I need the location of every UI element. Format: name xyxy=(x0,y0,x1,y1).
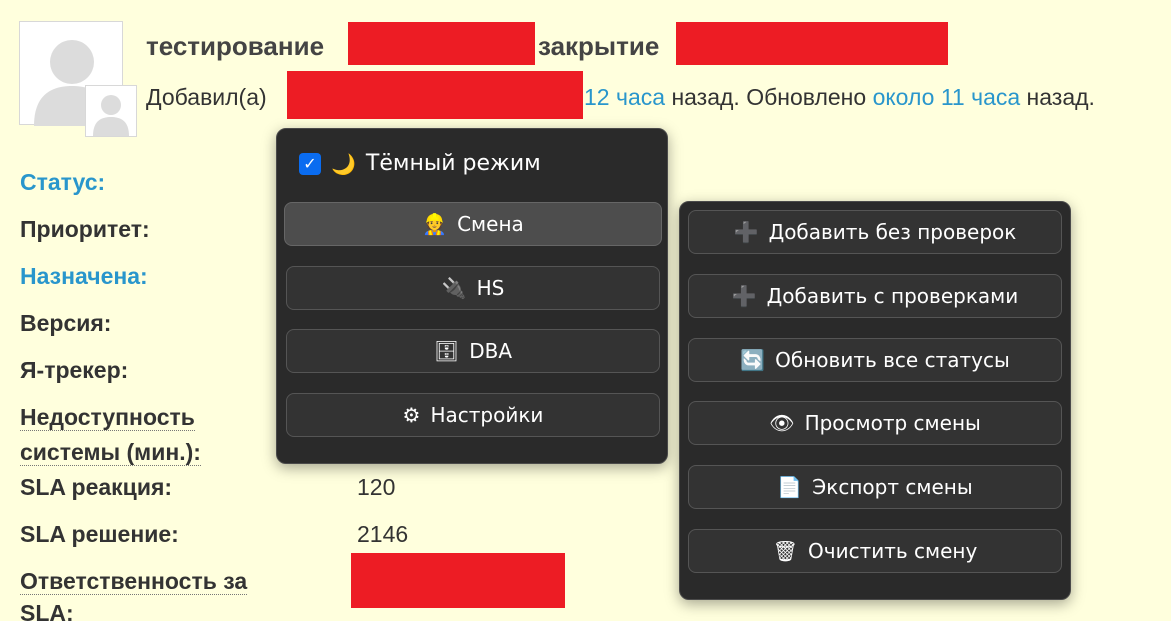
dark-mode-label: Тёмный режим xyxy=(365,151,541,176)
issue-title-prefix: тестирование xyxy=(146,31,325,61)
assignee-avatar xyxy=(85,85,137,137)
add-without-checks-button[interactable]: ➕ Добавить без проверок xyxy=(688,210,1062,254)
shift-submenu-popup: ➕ Добавить без проверок ➕ Добавить с про… xyxy=(679,201,1071,600)
dark-mode-toggle[interactable]: ✓ 🌙 Тёмный режим xyxy=(299,151,541,176)
issue-title-middle: закрытие xyxy=(538,31,660,61)
redacted-block xyxy=(676,22,948,65)
downtime-label-line1: Недоступность xyxy=(20,400,195,435)
add-with-checks-label: Добавить с проверками xyxy=(766,284,1019,308)
refresh-icon: 🔄 xyxy=(740,348,766,372)
tracker-label: Я-трекер: xyxy=(20,357,129,383)
downtime-label-line2: системы (мин.): xyxy=(20,435,201,470)
moon-icon: 🌙 xyxy=(331,151,356,176)
refresh-statuses-button[interactable]: 🔄 Обновить все статусы xyxy=(688,338,1062,382)
sla-solution-value: 2146 xyxy=(357,521,409,547)
dba-button[interactable]: 🗄 DBA xyxy=(286,329,660,373)
export-shift-button[interactable]: 📄 Экспорт смены xyxy=(688,465,1062,509)
added-time-link[interactable]: 12 часа xyxy=(584,84,665,110)
assigned-label[interactable]: Назначена: xyxy=(20,259,148,294)
redacted-block xyxy=(348,22,535,65)
add-with-checks-button[interactable]: ➕ Добавить с проверками xyxy=(688,274,1062,318)
status-label[interactable]: Статус: xyxy=(20,165,105,200)
meta-line: 12 часа назад. Обновлено около 11 часа н… xyxy=(584,80,1095,114)
redacted-block xyxy=(351,553,565,608)
updated-time-link[interactable]: около 11 часа xyxy=(873,84,1021,110)
meta-suffix: назад. xyxy=(1026,84,1095,110)
user-silhouette-small-icon xyxy=(93,95,129,136)
hs-button-label: HS xyxy=(476,276,505,300)
add-without-checks-label: Добавить без проверок xyxy=(768,220,1017,244)
worker-icon: 👷 xyxy=(422,212,448,236)
main-menu-popup: ✓ 🌙 Тёмный режим 👷 Смена 🔌 HS 🗄 DBA ⚙ На… xyxy=(276,128,668,464)
dba-button-label: DBA xyxy=(469,339,513,363)
sla-responsibility-line1: Ответственность за xyxy=(20,564,248,599)
eye-icon: 👁 xyxy=(769,411,795,435)
dark-mode-checkbox[interactable]: ✓ xyxy=(299,152,321,175)
shift-button-label: Смена xyxy=(457,212,524,236)
clear-shift-label: Очистить смену xyxy=(808,539,978,563)
added-by-label: Добавил(а) xyxy=(146,84,267,110)
sla-solution-label: SLA решение: xyxy=(20,521,179,547)
view-shift-button[interactable]: 👁 Просмотр смены xyxy=(688,401,1062,445)
downtime-label-text1: Недоступность xyxy=(20,404,195,431)
page-icon: 📄 xyxy=(777,475,803,499)
shift-button[interactable]: 👷 Смена xyxy=(284,202,662,246)
updated-label: назад. Обновлено xyxy=(671,84,867,110)
settings-button[interactable]: ⚙ Настройки xyxy=(286,393,660,437)
file-cabinet-icon: 🗄 xyxy=(433,339,460,363)
sla-reaction-value: 120 xyxy=(357,474,396,500)
sla-responsibility-text2: SLA: xyxy=(20,600,74,621)
trash-icon: 🗑 xyxy=(772,539,799,563)
sla-reaction-label: SLA реакция: xyxy=(20,474,173,500)
clear-shift-button[interactable]: 🗑 Очистить смену xyxy=(688,529,1062,573)
refresh-statuses-label: Обновить все статусы xyxy=(775,348,1010,372)
plus-icon: ➕ xyxy=(731,284,757,308)
gear-icon: ⚙ xyxy=(402,403,421,427)
hs-button[interactable]: 🔌 HS xyxy=(286,266,660,310)
plus-icon: ➕ xyxy=(733,220,759,244)
export-shift-label: Экспорт смены xyxy=(812,475,973,499)
priority-label: Приоритет: xyxy=(20,216,150,242)
downtime-label-text2: системы (мин.): xyxy=(20,439,201,466)
sla-responsibility-text1: Ответственность за xyxy=(20,568,248,595)
version-label: Версия: xyxy=(20,310,112,336)
settings-button-label: Настройки xyxy=(430,403,544,427)
redacted-block xyxy=(287,71,583,119)
plug-icon: 🔌 xyxy=(441,276,467,300)
view-shift-label: Просмотр смены xyxy=(804,411,981,435)
sla-responsibility-line2: SLA: xyxy=(20,596,74,621)
